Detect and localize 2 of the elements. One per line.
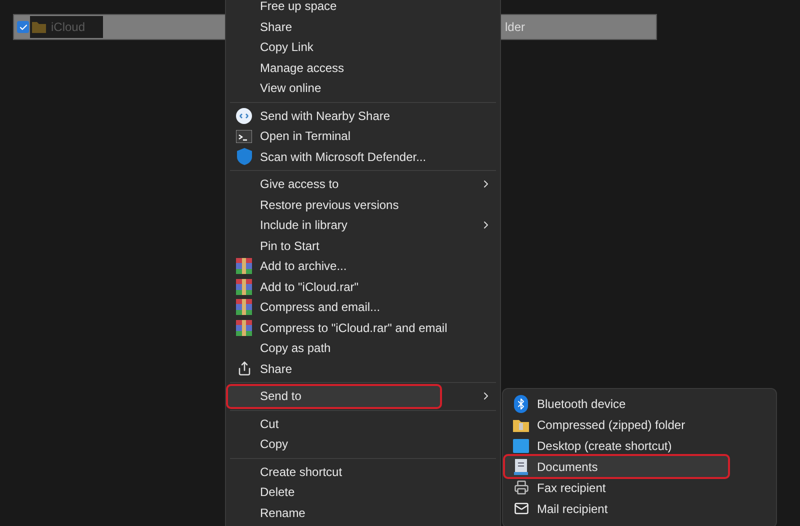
file-name: iCloud: [51, 19, 86, 36]
file-type: lder: [505, 19, 526, 36]
